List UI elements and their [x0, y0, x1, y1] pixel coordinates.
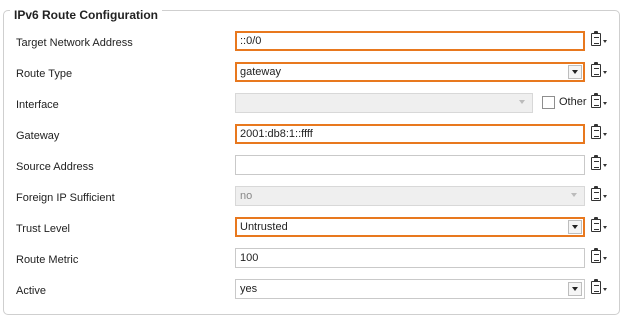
- trust-level-value: Untrusted: [240, 221, 288, 233]
- chevron-down-icon: [568, 189, 582, 203]
- clipboard-menu-icon[interactable]: [590, 279, 610, 297]
- clipboard-menu-icon[interactable]: [590, 31, 610, 49]
- route-type-label: Route Type: [16, 68, 73, 80]
- target-network-address-label: Target Network Address: [16, 37, 133, 49]
- gateway-input[interactable]: 2001:db8:1::ffff: [235, 124, 585, 144]
- trust-level-label: Trust Level: [16, 223, 71, 235]
- target-network-address-input[interactable]: ::0/0: [235, 31, 585, 51]
- row-trust-level: Trust Level Untrusted: [0, 217, 626, 241]
- trust-level-select[interactable]: Untrusted: [235, 217, 585, 237]
- source-address-input[interactable]: [235, 155, 585, 175]
- interface-label: Interface: [16, 99, 59, 111]
- clipboard-menu-icon[interactable]: [590, 248, 610, 266]
- clipboard-menu-icon[interactable]: [590, 186, 610, 204]
- section-title: IPv6 Route Configuration: [10, 8, 162, 22]
- foreign-ip-sufficient-value: no: [240, 190, 253, 202]
- other-checkbox-label: Other: [559, 96, 587, 108]
- route-metric-label: Route Metric: [16, 254, 79, 266]
- clipboard-menu-icon[interactable]: [590, 62, 610, 80]
- source-address-label: Source Address: [16, 161, 94, 173]
- row-gateway: Gateway 2001:db8:1::ffff: [0, 124, 626, 148]
- row-source-address: Source Address: [0, 155, 626, 179]
- route-type-value: gateway: [240, 66, 281, 78]
- gateway-label: Gateway: [16, 130, 60, 142]
- row-target-network-address: Target Network Address ::0/0: [0, 31, 626, 55]
- clipboard-menu-icon[interactable]: [590, 124, 610, 142]
- row-route-type: Route Type gateway: [0, 62, 626, 86]
- foreign-ip-sufficient-label: Foreign IP Sufficient: [16, 192, 115, 204]
- chevron-down-icon[interactable]: [568, 282, 582, 296]
- route-type-select[interactable]: gateway: [235, 62, 585, 82]
- route-metric-input[interactable]: 100: [235, 248, 585, 268]
- chevron-down-icon[interactable]: [568, 65, 582, 79]
- clipboard-menu-icon[interactable]: [590, 217, 610, 235]
- interface-select: [235, 93, 533, 113]
- chevron-down-icon[interactable]: [568, 220, 582, 234]
- row-active: Active yes: [0, 279, 626, 303]
- active-label: Active: [16, 285, 46, 297]
- active-select[interactable]: yes: [235, 279, 585, 299]
- chevron-down-icon: [516, 96, 530, 110]
- row-foreign-ip-sufficient: Foreign IP Sufficient no: [0, 186, 626, 210]
- row-interface: Interface Other: [0, 93, 626, 117]
- clipboard-menu-icon[interactable]: [590, 93, 610, 111]
- foreign-ip-sufficient-select: no: [235, 186, 585, 206]
- clipboard-menu-icon[interactable]: [590, 155, 610, 173]
- active-value: yes: [240, 283, 258, 295]
- row-route-metric: Route Metric 100: [0, 248, 626, 272]
- other-checkbox[interactable]: [542, 96, 555, 109]
